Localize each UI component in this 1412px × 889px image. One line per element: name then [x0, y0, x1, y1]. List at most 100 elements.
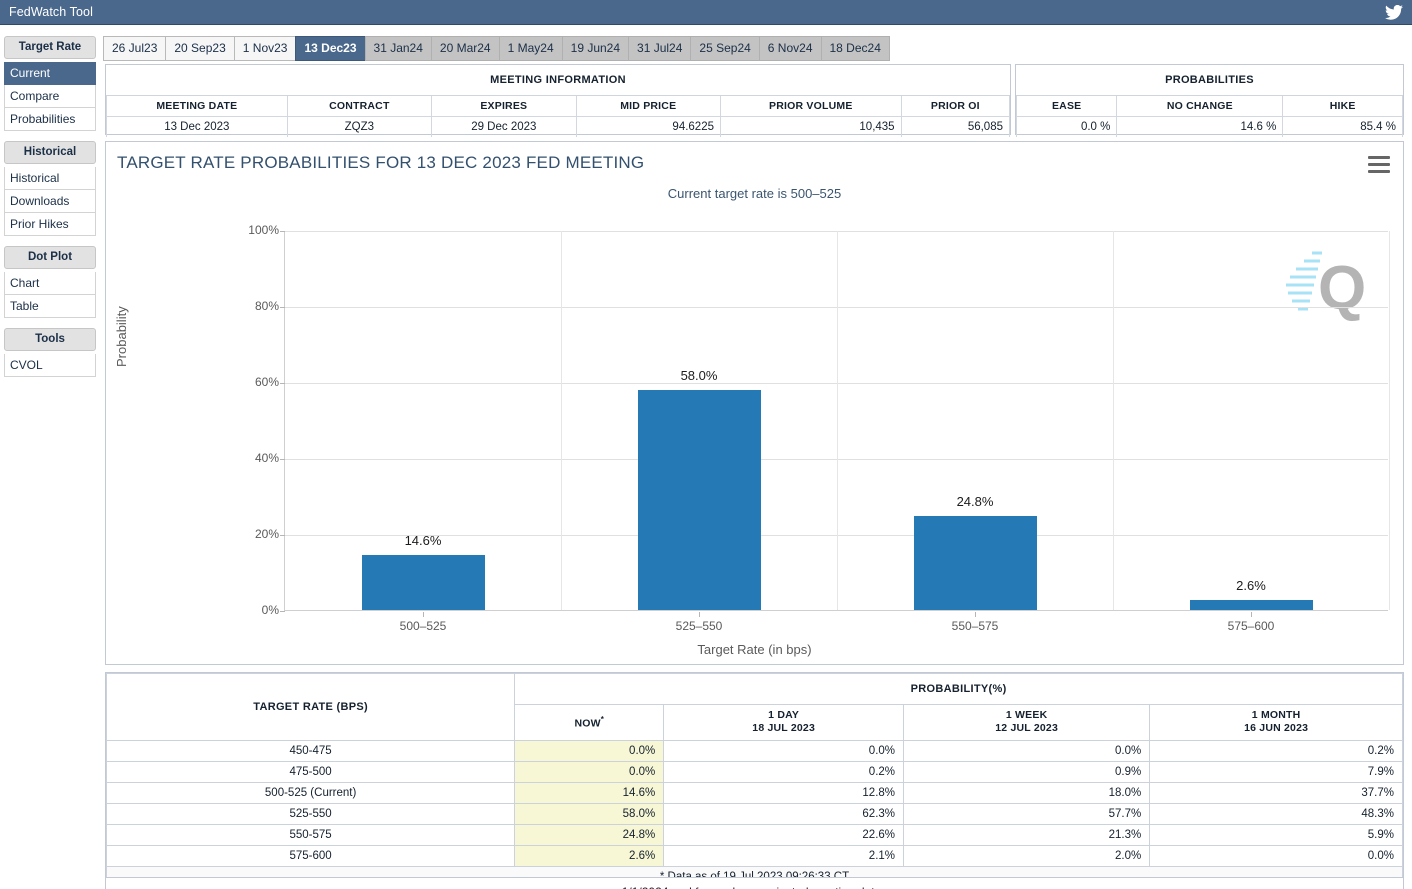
chart-y-tick-mark: [280, 611, 285, 612]
cell-no-change: 14.6 %: [1116, 116, 1284, 137]
chart-bar[interactable]: [637, 389, 761, 610]
chart-y-tick-mark: [280, 535, 285, 536]
cell-1-week: 2.0%: [903, 845, 1151, 867]
chart-bar-value-label: 14.6%: [404, 532, 442, 548]
table-row: 575-600 2.6% 2.1% 2.0% 0.0%: [105, 845, 1403, 867]
chart-bar[interactable]: [1189, 600, 1313, 610]
col-meeting-date: MEETING DATE: [106, 96, 288, 117]
sidebar-heading-tools: Tools: [4, 328, 96, 351]
cell-hike: 85.4 %: [1282, 116, 1403, 137]
cell-now: 24.8%: [514, 824, 665, 846]
main-content: 26 Jul23 20 Sep23 1 Nov23 13 Dec23 31 Ja…: [101, 25, 1408, 889]
tab-26-jul23[interactable]: 26 Jul23: [103, 36, 166, 61]
chart-y-tick-label: 100%: [248, 223, 279, 237]
chart-vertical-gridline: [1389, 231, 1390, 610]
twitter-bird-icon[interactable]: [1379, 0, 1409, 24]
probabilities-summary-title: PROBABILITIES: [1016, 65, 1403, 96]
sidebar-item-cvol[interactable]: CVOL: [4, 354, 96, 377]
hamburger-menu-icon[interactable]: [1368, 156, 1390, 173]
cell-1-month: 5.9%: [1149, 824, 1403, 846]
tab-31-jan24[interactable]: 31 Jan24: [364, 36, 431, 61]
sidebar-item-probabilities[interactable]: Probabilities: [4, 108, 96, 131]
cell-1-day: 0.0%: [663, 740, 905, 762]
chart-x-tick-label: 550–575: [951, 619, 999, 633]
cell-now: 14.6%: [514, 782, 665, 804]
hamburger-bar-3: [1368, 170, 1390, 173]
sidebar-gap-3: [4, 318, 96, 328]
chart-vertical-gridline: [561, 231, 562, 610]
chart-x-tick-mark: [423, 612, 424, 617]
chart-y-tick-mark: [280, 307, 285, 308]
meeting-information-panel: MEETING INFORMATION MEETING DATE CONTRAC…: [105, 64, 1011, 137]
cell-contract: ZQZ3: [286, 116, 433, 137]
chart-x-tick-label: 525–550: [675, 619, 723, 633]
sidebar-item-table[interactable]: Table: [4, 295, 96, 318]
cell-now: 0.0%: [514, 761, 665, 783]
tab-6-nov24[interactable]: 6 Nov24: [758, 36, 821, 61]
cell-1-week: 57.7%: [903, 803, 1151, 825]
sidebar-group-tools: Tools CVOL: [4, 328, 96, 377]
sidebar-item-historical[interactable]: Historical: [4, 167, 96, 190]
sidebar-item-compare[interactable]: Compare: [4, 85, 96, 108]
meeting-information-title: MEETING INFORMATION: [106, 65, 1010, 96]
chart-y-tick-label: 40%: [254, 451, 279, 465]
chart-subtitle: Current target rate is 500–525: [667, 186, 842, 201]
tab-31-jul24[interactable]: 31 Jul24: [628, 36, 691, 61]
cell-target-rate: 500-525 (Current): [105, 782, 516, 804]
sidebar-nav: Target Rate Current Compare Probabilitie…: [4, 36, 96, 377]
table-row: 450-475 0.0% 0.0% 0.0% 0.2%: [105, 740, 1403, 762]
sidebar-group-target-rate: Target Rate Current Compare Probabilitie…: [4, 36, 96, 131]
projected-dates-footnote: 1/1/2024 and forward are projected meeti…: [105, 877, 1404, 889]
tab-19-jun24[interactable]: 19 Jun24: [561, 36, 629, 61]
tab-20-sep23[interactable]: 20 Sep23: [165, 36, 234, 61]
tab-13-dec23[interactable]: 13 Dec23: [295, 36, 365, 61]
col-prior-volume: PRIOR VOLUME: [720, 96, 902, 117]
cell-now: 2.6%: [514, 845, 665, 867]
cell-target-rate: 450-475: [105, 740, 516, 762]
sidebar-group-dot-plot: Dot Plot Chart Table: [4, 246, 96, 318]
cell-mid-price: 94.6225: [575, 116, 722, 137]
sidebar-heading-target-rate: Target Rate: [4, 36, 96, 59]
col-1-month: 1 MONTH 16 JUN 2023: [1149, 704, 1403, 741]
chart-bar-value-label: 58.0%: [680, 367, 718, 383]
cell-1-day: 62.3%: [663, 803, 905, 825]
tab-1-may24[interactable]: 1 May24: [498, 36, 562, 61]
sidebar-heading-dot-plot: Dot Plot: [4, 246, 96, 269]
cell-1-day: 2.1%: [663, 845, 905, 867]
sidebar-gap-1: [4, 131, 96, 141]
tab-18-dec24[interactable]: 18 Dec24: [820, 36, 890, 61]
tab-20-mar24[interactable]: 20 Mar24: [430, 36, 499, 61]
hamburger-bar-1: [1368, 156, 1390, 159]
chart-y-tick-label: 20%: [254, 527, 279, 541]
sidebar-item-prior-hikes[interactable]: Prior Hikes: [4, 213, 96, 236]
target-rate-probabilities-chart-panel: TARGET RATE PROBABILITIES FOR 13 DEC 202…: [105, 141, 1404, 665]
tab-1-nov23[interactable]: 1 Nov23: [233, 36, 296, 61]
table-row: 550-575 24.8% 22.6% 21.3% 5.9%: [105, 824, 1403, 846]
chart-x-tick-label: 500–525: [399, 619, 447, 633]
cme-q-logo-watermark: Q: [1286, 251, 1364, 321]
cell-prior-oi: 56,085: [900, 116, 1011, 137]
col-no-change: NO CHANGE: [1116, 96, 1284, 117]
probabilities-summary-table: EASE NO CHANGE HIKE 0.0 % 14.6 % 85.4 %: [1015, 96, 1403, 137]
probability-data-table: TARGET RATE (BPS) PROBABILITY(%) NOW* 1 …: [105, 673, 1403, 888]
tab-25-sep24[interactable]: 25 Sep24: [690, 36, 759, 61]
col-contract: CONTRACT: [286, 96, 433, 117]
sidebar-item-current[interactable]: Current: [4, 62, 96, 85]
sidebar-item-downloads[interactable]: Downloads: [4, 190, 96, 213]
chart-vertical-gridline: [1113, 231, 1114, 610]
chart-y-axis-label: Probability: [114, 306, 129, 367]
probabilities-summary-panel: PROBABILITIES EASE NO CHANGE HIKE 0.0 % …: [1015, 64, 1404, 137]
chart-y-tick-mark: [280, 459, 285, 460]
cell-1-week: 21.3%: [903, 824, 1151, 846]
chart-bar-value-label: 2.6%: [1236, 578, 1266, 594]
cell-target-rate: 525-550: [105, 803, 516, 825]
chart-bar[interactable]: [361, 554, 485, 610]
chart-plot-area: Q 0% 20% 40% 60% 80% 100% 14.6% 500–525 58.0% 525…: [248, 223, 1390, 633]
cell-prior-volume: 10,435: [720, 116, 902, 137]
sidebar-gap-2: [4, 236, 96, 246]
sidebar-item-chart[interactable]: Chart: [4, 272, 96, 295]
chart-x-axis-label: Target Rate (in bps): [697, 642, 812, 657]
col-target-rate-bps: TARGET RATE (BPS): [105, 673, 516, 741]
chart-bar[interactable]: [913, 515, 1037, 610]
svg-text:Q: Q: [1318, 254, 1364, 321]
